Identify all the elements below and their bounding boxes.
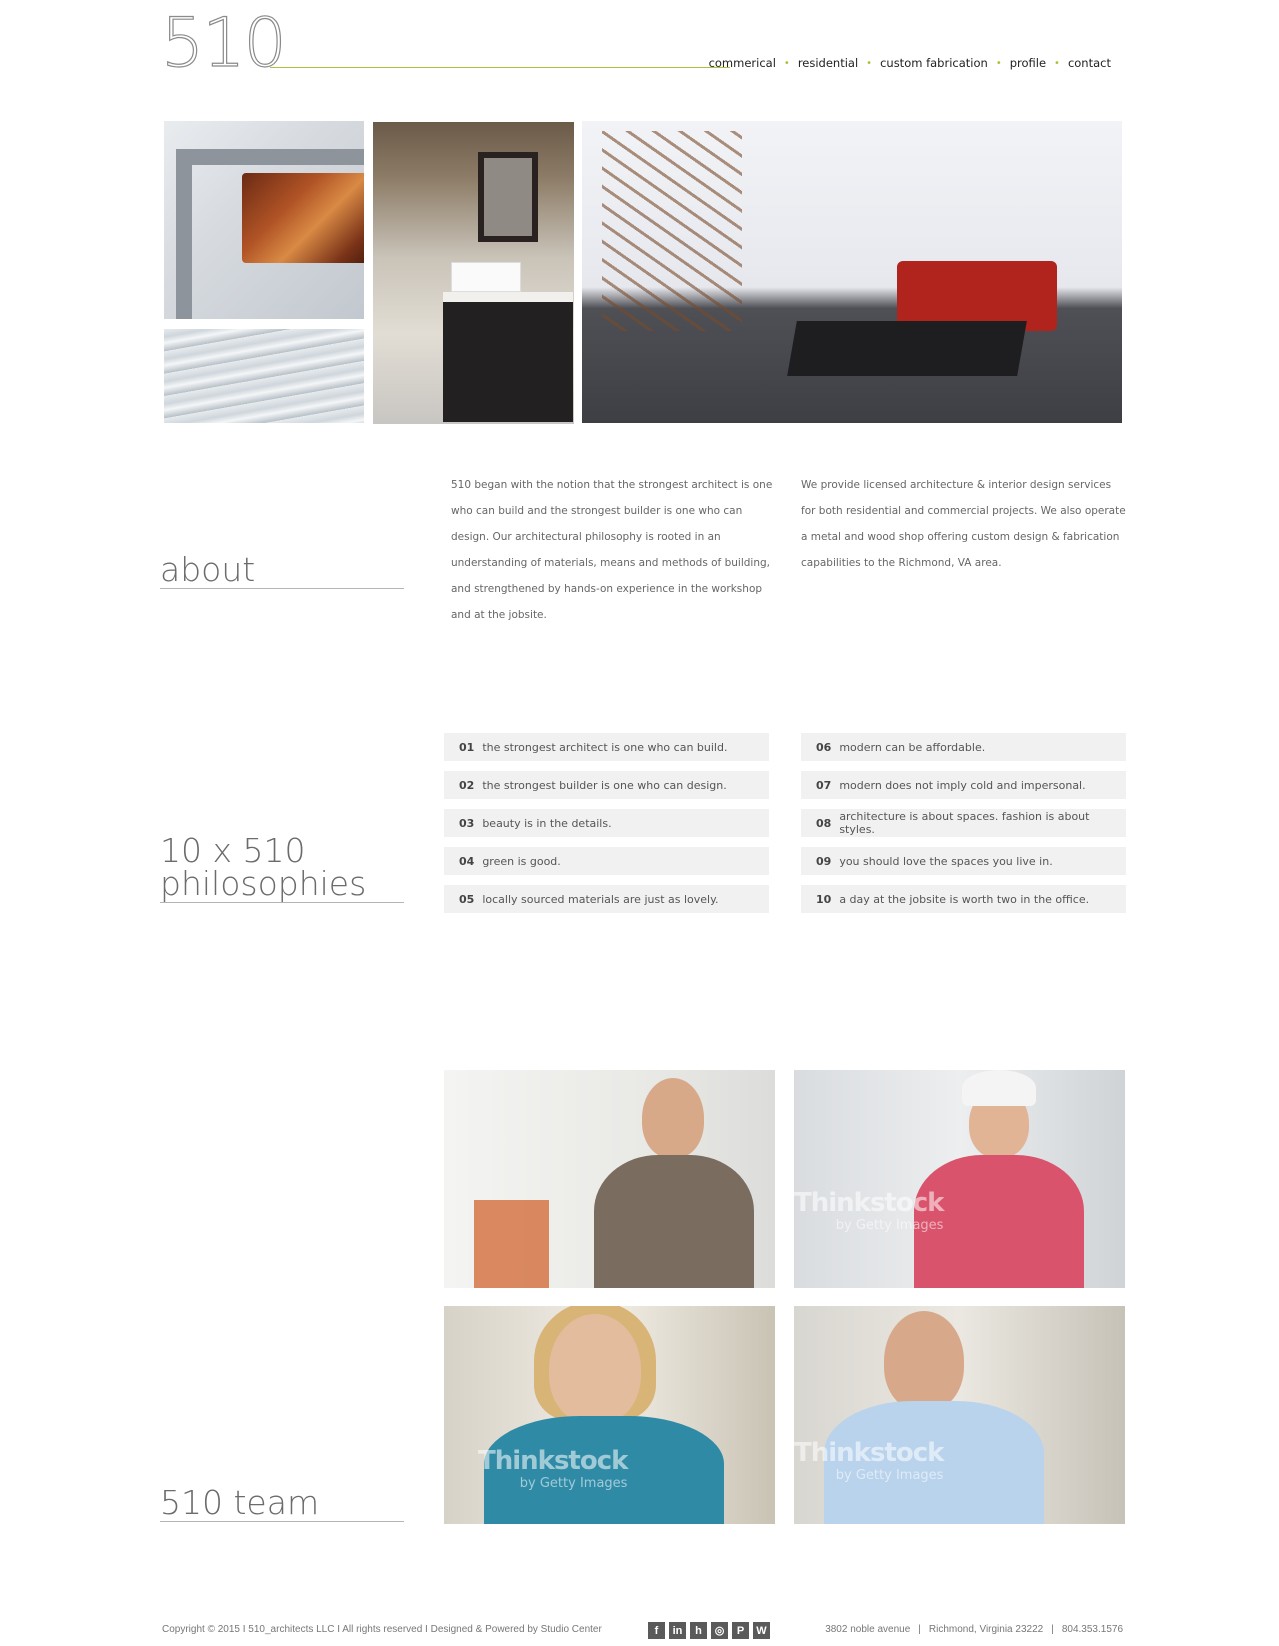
watermark-text: Thinkstock [794,1438,944,1468]
watermark-subtext: by Getty Images [835,1218,944,1233]
nav-residential[interactable]: residential [798,56,858,70]
thinkstock-watermark: Thinkstock by Getty Images [794,1188,944,1233]
phone-number: 804.353.1576 [1061,1624,1123,1635]
gallery-photo-bathroom[interactable] [373,122,574,424]
nav-commercial[interactable]: commerical [709,56,776,70]
watermark-subtext: by Getty Images [519,1476,628,1491]
city: Richmond, Virginia 23222 [928,1624,1044,1635]
philosophy-text: modern can be affordable. [839,740,986,754]
instagram-icon[interactable]: ◎ [711,1622,728,1639]
facebook-icon[interactable]: f [648,1622,665,1639]
philosophy-number: 08 [816,816,832,830]
hard-hat [962,1070,1036,1106]
philosophy-number: 01 [459,740,475,754]
wood-block [242,173,364,263]
nav-separator-dot: • [995,57,1002,69]
about-text-2: We provide licensed architecture & inter… [801,479,1126,569]
watermark-text: Thinkstock [478,1446,628,1476]
nav-contact[interactable]: contact [1068,56,1111,70]
watermark-text: Thinkstock [794,1188,944,1218]
philosophy-item: 01 the strongest architect is one who can… [444,733,769,761]
address: 3802 noble avenue | Richmond, Virginia 232… [825,1624,1123,1635]
philosophy-number: 06 [816,740,832,754]
philosophies-heading: 10 x 510 philosophies [160,834,404,903]
philosophy-item: 05 locally sourced materials are just as … [444,885,769,913]
gallery-photo-metal-wood-detail[interactable] [164,121,364,319]
team-photo-4[interactable]: Thinkstock by Getty Images [794,1306,1125,1524]
team-member-face [549,1314,641,1424]
philosophy-text: green is good. [482,854,561,868]
philosophy-item: 09 you should love the spaces you live in… [801,847,1126,875]
philosophy-item: 06 modern can be affordable. [801,733,1126,761]
staircase [602,131,742,331]
philosophy-number: 04 [459,854,475,868]
team-photo-1[interactable] [444,1070,775,1288]
philosophy-item: 07 modern does not imply cold and imperso… [801,771,1126,799]
nav-custom-fabrication[interactable]: custom fabrication [880,56,988,70]
linkedin-icon[interactable]: in [669,1622,686,1639]
philosophy-text: locally sourced materials are just as lo… [482,892,719,906]
philosophies-heading-line1: 10 x 510 [160,831,306,870]
philosophy-item: 03 beauty is in the details. [444,809,769,837]
main-nav: commerical • residential • custom fabric… [709,56,1111,70]
team-member-body [594,1155,754,1288]
gallery-photo-glass-railing[interactable] [164,329,364,423]
team-photo-2[interactable]: Thinkstock by Getty Images [794,1070,1125,1288]
philosophy-item: 10 a day at the jobsite is worth two in t… [801,885,1126,913]
philosophy-item: 04 green is good. [444,847,769,875]
philosophy-text: a day at the jobsite is worth two in the… [839,892,1090,906]
separator: | [1051,1624,1054,1635]
logo[interactable]: 510 [160,9,287,78]
mirror [478,152,538,242]
philosophy-number: 09 [816,854,832,868]
philosophy-text: the strongest architect is one who can b… [482,740,728,754]
philosophy-text: beauty is in the details. [482,816,612,830]
thinkstock-watermark: Thinkstock by Getty Images [794,1438,944,1483]
separator: | [918,1624,921,1635]
philosophy-text: modern does not imply cold and impersona… [839,778,1086,792]
coffee-table [787,321,1027,376]
philosophies-list-left: 01 the strongest architect is one who can… [444,733,769,923]
gallery-photo-living-room[interactable] [582,121,1122,423]
philosophy-item: 08 architecture is about spaces. fashion … [801,809,1126,837]
logo-underline [270,67,730,68]
thinkstock-watermark: Thinkstock by Getty Images [478,1446,628,1491]
philosophy-number: 03 [459,816,475,830]
copyright-text: Copyright © 2015 I 510_architects LLC I … [162,1624,602,1635]
philosophy-text: the strongest builder is one who can des… [482,778,727,792]
about-heading: about [160,553,404,589]
team-heading: 510 team [160,1486,404,1522]
houzz-icon[interactable]: h [690,1622,707,1639]
nav-separator-dot: • [866,57,873,69]
philosophy-item: 02 the strongest builder is one who can d… [444,771,769,799]
bookshelf [474,1200,549,1288]
social-links: f in h ◎ P W [648,1622,774,1639]
nav-separator-dot: • [1054,57,1060,69]
team-member-face [642,1078,704,1158]
philosophies-list-right: 06 modern can be affordable. 07 modern doe… [801,733,1126,923]
nav-profile[interactable]: profile [1010,56,1046,70]
philosophy-number: 10 [816,892,832,906]
philosophy-number: 02 [459,778,475,792]
philosophy-number: 07 [816,778,832,792]
team-photo-3[interactable]: Thinkstock by Getty Images [444,1306,775,1524]
philosophy-text: you should love the spaces you live in. [839,854,1053,868]
team-member-face [884,1311,964,1411]
philosophy-number: 05 [459,892,475,906]
wordpress-icon[interactable]: W [753,1622,770,1639]
footer: Copyright © 2015 I 510_architects LLC I … [0,1622,1279,1642]
watermark-subtext: by Getty Images [835,1468,944,1483]
sink [451,262,521,292]
about-text-1: 510 began with the notion that the stron… [451,479,773,621]
pinterest-icon[interactable]: P [732,1622,749,1639]
philosophies-heading-line2: philosophies [160,864,367,903]
philosophy-text: architecture is about spaces. fashion is… [839,810,1090,836]
street-address: 3802 noble avenue [825,1624,911,1635]
nav-separator-dot: • [783,57,790,69]
vanity-cabinet [443,292,573,422]
